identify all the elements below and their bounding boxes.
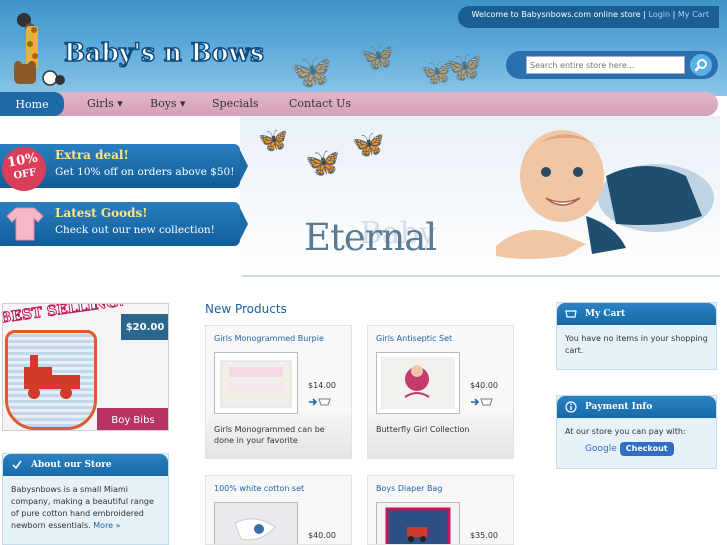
butterfly-decoration-icon: 🦋 bbox=[352, 130, 385, 160]
nav-girls[interactable]: Girls ▾ bbox=[87, 97, 123, 110]
promo-title: Extra deal! bbox=[55, 148, 129, 162]
logo-text: Baby's n Bows bbox=[63, 37, 265, 68]
my-cart-body: You have no items in your shopping cart. bbox=[557, 325, 716, 365]
info-icon bbox=[565, 401, 577, 413]
product-price: $40.00 bbox=[470, 381, 498, 390]
about-store-title: About our Store bbox=[31, 460, 112, 470]
product-name-link[interactable]: Girls Monogrammed Burpie bbox=[214, 334, 324, 343]
add-to-cart-icon[interactable] bbox=[470, 396, 494, 408]
product-price: $40.00 bbox=[308, 531, 336, 540]
baby-photo bbox=[496, 130, 714, 259]
product-description: Butterfly Girl Collection bbox=[376, 425, 470, 434]
product-card: 100% white cotton set $40.00 bbox=[205, 475, 352, 545]
site-logo[interactable]: Baby's n Bows bbox=[6, 8, 265, 88]
promo-latest-goods[interactable]: Latest Goods! Check out our new collecti… bbox=[0, 202, 248, 246]
cart-icon bbox=[565, 310, 577, 318]
promo-extra-deal[interactable]: 10% OFF Extra deal! Get 10% off on order… bbox=[0, 143, 248, 195]
checkmark-icon bbox=[12, 460, 22, 470]
add-to-cart-icon[interactable] bbox=[308, 396, 332, 408]
payment-info-body: At our store you can pay with: Google Ch… bbox=[557, 418, 716, 464]
login-link[interactable]: Login bbox=[649, 10, 671, 19]
hero-headline: Eternal bbox=[304, 216, 437, 259]
product-card: Boys Diaper Bag $35.00 bbox=[367, 475, 514, 545]
payment-info-title: Payment Info bbox=[585, 402, 653, 412]
best-selling-box[interactable]: BEST SELLING! $20.00 Boy Bibs bbox=[2, 303, 169, 431]
search-icon bbox=[694, 59, 707, 72]
butterfly-decoration-icon: 🦋 bbox=[445, 50, 483, 85]
discount-badge: 10% OFF bbox=[0, 143, 50, 195]
welcome-bar: Welcome to Babysnbows.com online store |… bbox=[457, 6, 719, 28]
payment-info-text: At our store you can pay with: bbox=[565, 427, 686, 436]
butterfly-decoration-icon: 🦋 bbox=[305, 146, 340, 179]
about-store-text: Babysnbows is a small Miami company, mak… bbox=[11, 485, 154, 530]
new-products-title: New Products bbox=[205, 302, 287, 316]
butterfly-decoration-icon: 🦋 bbox=[290, 52, 333, 92]
about-store-box: About our Store Babysnbows is a small Mi… bbox=[2, 453, 169, 545]
hero-banner: 🦋 🦋 🦋 10% OFF Extra deal! Get 10% off on… bbox=[0, 116, 727, 278]
bib-image bbox=[5, 330, 97, 430]
product-image[interactable] bbox=[376, 352, 460, 414]
cotton-set-image bbox=[215, 503, 297, 544]
product-image[interactable] bbox=[376, 502, 460, 544]
welcome-separator: | bbox=[672, 10, 676, 19]
site-header: 🦋 🦋 🦋 🦋 Welcome to Babysnbows.com online… bbox=[0, 0, 727, 96]
google-checkout-button[interactable]: Google Checkout bbox=[565, 442, 708, 456]
product-image[interactable] bbox=[214, 502, 298, 544]
nav-home[interactable]: Home bbox=[0, 92, 64, 116]
my-cart-text: You have no items in your shopping cart. bbox=[565, 334, 708, 355]
payment-info-box: Payment Info At our store you can pay wi… bbox=[556, 395, 717, 469]
nav-specials[interactable]: Specials bbox=[212, 97, 259, 110]
search-input[interactable] bbox=[526, 56, 685, 74]
about-store-header: About our Store bbox=[3, 454, 168, 476]
my-cart-link[interactable]: My Cart bbox=[678, 10, 709, 19]
my-cart-box: My Cart You have no items in your shoppi… bbox=[556, 302, 717, 370]
product-description: Girls Monogrammed can be done in your fa… bbox=[214, 425, 325, 445]
giraffe-toys-icon bbox=[14, 13, 65, 86]
my-cart-title: My Cart bbox=[585, 309, 626, 319]
hero-divider bbox=[242, 275, 720, 277]
product-price: $35.00 bbox=[470, 531, 498, 540]
burpie-image bbox=[220, 360, 292, 408]
onesie-icon bbox=[6, 207, 44, 241]
promo-title: Latest Goods! bbox=[55, 206, 148, 220]
checkout-label: Checkout bbox=[619, 442, 674, 456]
product-name-link[interactable]: 100% white cotton set bbox=[214, 484, 304, 493]
product-price: $14.00 bbox=[308, 381, 336, 390]
best-selling-price: $20.00 bbox=[121, 314, 168, 340]
main-nav: Home Girls ▾ Boys ▾ Specials Contact Us bbox=[0, 92, 718, 116]
search-bar bbox=[506, 51, 718, 79]
promo-text: Check out our new collection! bbox=[55, 224, 215, 236]
nav-boys[interactable]: Boys ▾ bbox=[150, 97, 186, 110]
about-store-body: Babysnbows is a small Miami company, mak… bbox=[3, 476, 168, 540]
best-selling-name[interactable]: Boy Bibs bbox=[97, 408, 168, 430]
diaper-bag-image bbox=[377, 503, 459, 544]
about-more-link[interactable]: More » bbox=[93, 521, 120, 530]
google-logo-text: Google bbox=[585, 444, 617, 454]
product-image[interactable] bbox=[214, 352, 298, 414]
my-cart-header: My Cart bbox=[557, 303, 716, 325]
antiseptic-set-image bbox=[381, 357, 455, 409]
promo-text: Get 10% off on orders above $50! bbox=[55, 166, 235, 178]
train-embroidery-icon bbox=[24, 355, 80, 399]
search-button[interactable] bbox=[690, 54, 712, 76]
product-name-link[interactable]: Boys Diaper Bag bbox=[376, 484, 442, 493]
welcome-text: Welcome to Babysnbows.com online store | bbox=[471, 10, 646, 19]
product-card: Girls Monogrammed Burpie $14.00 Girls Mo… bbox=[205, 325, 352, 459]
best-selling-label: BEST SELLING! bbox=[2, 303, 126, 327]
nav-contact-us[interactable]: Contact Us bbox=[289, 97, 351, 110]
butterfly-decoration-icon: 🦋 bbox=[258, 126, 288, 154]
product-name-link[interactable]: Girls Antiseptic Set bbox=[376, 334, 452, 343]
butterfly-decoration-icon: 🦋 bbox=[360, 40, 395, 73]
product-card: Girls Antiseptic Set $40.00 Butterfly Gi… bbox=[367, 325, 514, 459]
payment-info-header: Payment Info bbox=[557, 396, 716, 418]
